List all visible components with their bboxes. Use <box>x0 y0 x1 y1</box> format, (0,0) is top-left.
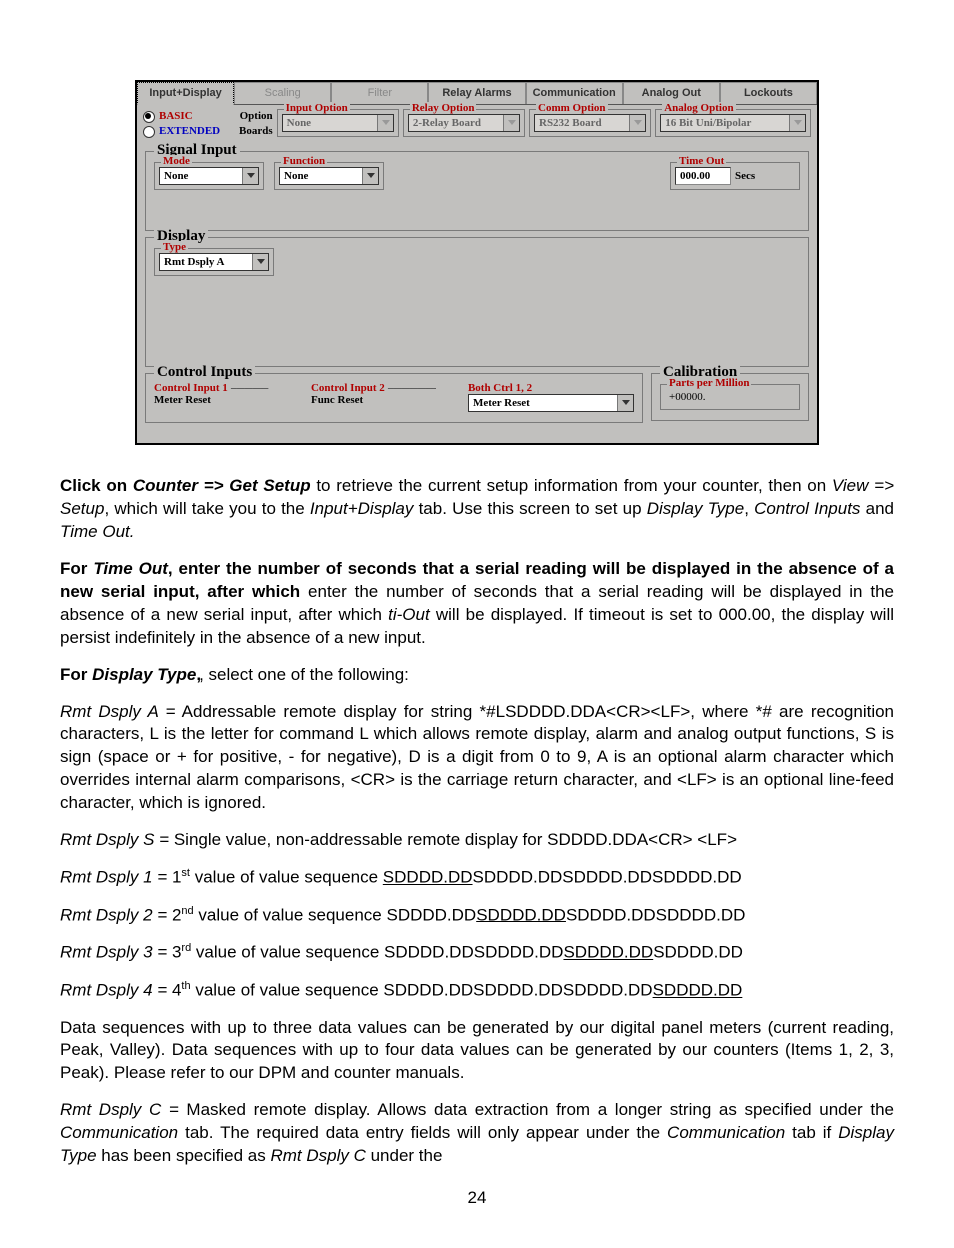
input-option-legend: Input Option <box>284 102 350 114</box>
tab-communication[interactable]: Communication <box>526 82 623 104</box>
both-ctrl-select[interactable]: Meter Reset <box>468 394 634 412</box>
boards-label: Boards <box>239 124 273 139</box>
function-select[interactable]: None <box>279 167 379 185</box>
relay-option-legend: Relay Option <box>410 102 477 114</box>
analog-option-legend: Analog Option <box>662 102 735 114</box>
tab-lockouts[interactable]: Lockouts <box>720 82 817 104</box>
relay-option-select: 2-Relay Board <box>408 114 520 132</box>
mode-legend: Mode <box>161 155 192 167</box>
ci1-legend: Control Input 1 <box>154 382 228 394</box>
comm-option-legend: Comm Option <box>536 102 608 114</box>
tab-scaling[interactable]: Scaling <box>234 82 331 104</box>
mode-switch: BASIC EXTENDED <box>143 109 235 139</box>
timeout-unit: Secs <box>735 170 755 182</box>
chevron-down-icon <box>629 115 645 131</box>
radio-extended[interactable] <box>143 126 155 138</box>
doc-body: Click on Counter => Get Setup to retriev… <box>60 475 894 1168</box>
display-type-legend: Type <box>161 241 188 253</box>
ppm-legend: Parts per Million <box>667 377 751 389</box>
radio-basic[interactable] <box>143 111 155 123</box>
ci2-legend: Control Input 2 <box>311 382 385 394</box>
chevron-down-icon[interactable] <box>252 254 268 270</box>
sequence-line: Rmt Dsply 1 = 1st value of value sequenc… <box>60 866 894 890</box>
page-number: 24 <box>60 1188 894 1208</box>
setup-window: Input+Display Scaling Filter Relay Alarm… <box>135 80 819 445</box>
tab-relay-alarms[interactable]: Relay Alarms <box>428 82 525 104</box>
sequence-line: Rmt Dsply 3 = 3rd value of value sequenc… <box>60 941 894 965</box>
sequence-line: Rmt Dsply 2 = 2nd value of value sequenc… <box>60 904 894 928</box>
ci1-value: Meter Reset <box>154 394 305 406</box>
function-legend: Function <box>281 155 327 167</box>
option-label: Option <box>239 109 273 124</box>
analog-option-select: 16 Bit Uni/Bipolar <box>660 114 806 132</box>
mode-select[interactable]: None <box>159 167 259 185</box>
display-type-select[interactable]: Rmt Dsply A <box>159 253 269 271</box>
chevron-down-icon <box>377 115 393 131</box>
extended-label: EXTENDED <box>159 124 220 139</box>
chevron-down-icon <box>503 115 519 131</box>
chevron-down-icon[interactable] <box>617 395 633 411</box>
chevron-down-icon <box>789 115 805 131</box>
both-legend: Both Ctrl 1, 2 <box>468 382 634 394</box>
tab-analog-out[interactable]: Analog Out <box>623 82 720 104</box>
control-inputs-legend: Control Inputs <box>154 364 255 381</box>
comm-option-select: RS232 Board <box>534 114 646 132</box>
chevron-down-icon[interactable] <box>362 168 378 184</box>
input-option-select: None <box>282 114 394 132</box>
basic-label: BASIC <box>159 109 193 124</box>
timeout-legend: Time Out <box>677 155 726 167</box>
ppm-value: +00000. <box>665 389 795 405</box>
ci2-value: Func Reset <box>311 394 462 406</box>
tab-input-display[interactable]: Input+Display <box>137 82 234 105</box>
sequence-line: Rmt Dsply 4 = 4th value of value sequenc… <box>60 979 894 1003</box>
timeout-field[interactable]: 000.00 <box>675 167 731 185</box>
chevron-down-icon[interactable] <box>242 168 258 184</box>
tab-filter[interactable]: Filter <box>331 82 428 104</box>
